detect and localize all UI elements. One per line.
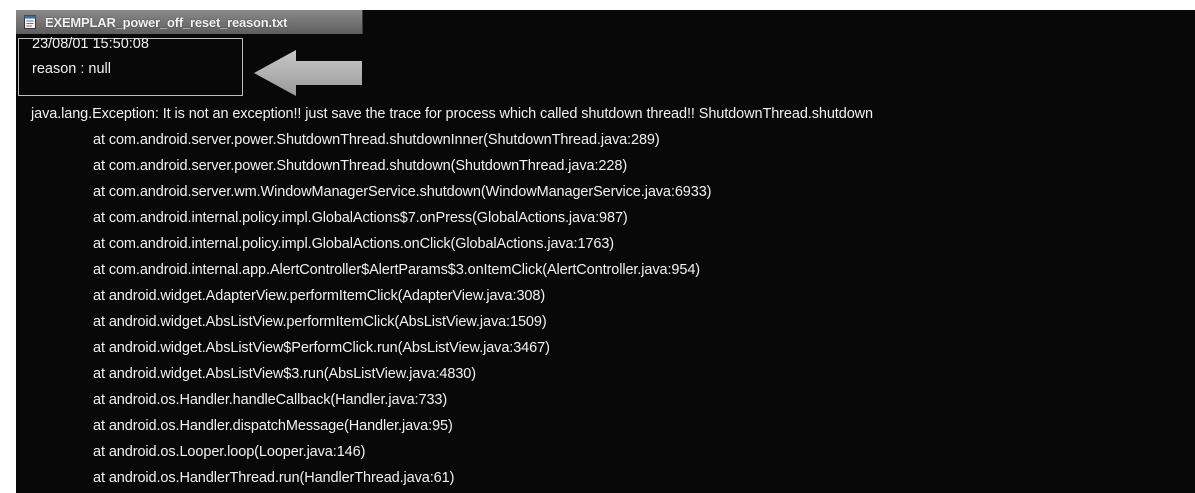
- stack-frame: at android.os.Handler.handleCallback(Han…: [93, 392, 448, 408]
- stack-frame: at android.widget.AbsListView$3.run(AbsL…: [93, 366, 476, 382]
- stack-frame: at android.widget.AdapterView.performIte…: [93, 288, 546, 304]
- stack-frame: at com.android.server.power.ShutdownThre…: [93, 132, 660, 148]
- stack-frame: at android.os.Handler.dispatchMessage(Ha…: [93, 418, 453, 434]
- stack-frame: at android.widget.AbsListView$PerformCli…: [93, 340, 550, 356]
- stack-frame: at com.android.server.wm.WindowManagerSe…: [93, 184, 712, 200]
- stack-frame: at com.android.internal.app.AlertControl…: [93, 262, 701, 278]
- log-window: EXEMPLAR_power_off_reset_reason.txt 23/0…: [16, 10, 1195, 493]
- stack-frame: at android.widget.AbsListView.performIte…: [93, 314, 547, 330]
- stack-frame: at com.android.server.power.ShutdownThre…: [93, 158, 628, 174]
- stack-frame: at android.os.HandlerThread.run(HandlerT…: [93, 470, 455, 486]
- stack-trace: java.lang.Exception: It is not an except…: [16, 10, 1195, 493]
- stack-frame: at com.android.internal.policy.impl.Glob…: [93, 236, 615, 252]
- stack-frame: at com.android.internal.policy.impl.Glob…: [93, 210, 628, 226]
- stack-frame: at android.os.Looper.loop(Looper.java:14…: [93, 444, 366, 460]
- exception-line: java.lang.Exception: It is not an except…: [31, 106, 873, 122]
